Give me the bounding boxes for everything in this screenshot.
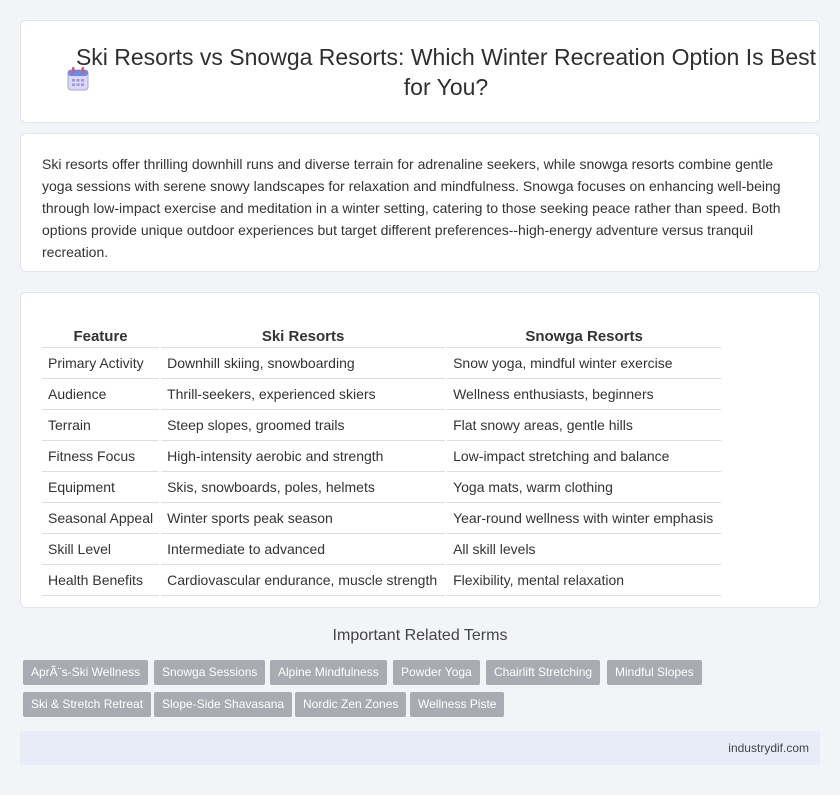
table-cell: Flexibility, mental relaxation xyxy=(447,565,722,596)
table-cell: Terrain xyxy=(42,410,160,441)
header-snowga-resorts: Snowga Resorts xyxy=(447,314,722,348)
table-cell: Health Benefits xyxy=(42,565,160,596)
term-tag[interactable]: Alpine Mindfulness xyxy=(270,660,387,685)
table-cell: Downhill skiing, snowboarding xyxy=(161,348,446,379)
table-cell: Low-impact stretching and balance xyxy=(447,441,722,472)
table-cell: Wellness enthusiasts, beginners xyxy=(447,379,722,410)
table-row: Fitness Focus High-intensity aerobic and… xyxy=(42,441,722,472)
table-cell: Skill Level xyxy=(42,534,160,565)
related-terms-title: Important Related Terms xyxy=(332,627,508,644)
comparison-card: Feature Ski Resorts Snowga Resorts Prima… xyxy=(20,292,820,608)
table-row: Audience Thrill-seekers, experienced ski… xyxy=(42,379,722,410)
term-tag[interactable]: Chairlift Stretching xyxy=(486,660,601,685)
table-cell: Steep slopes, groomed trails xyxy=(161,410,446,441)
intro-card: Ski resorts offer thrilling downhill run… xyxy=(20,133,820,272)
term-tag[interactable]: Powder Yoga xyxy=(393,660,480,685)
term-tag[interactable]: AprÃ¨s-Ski Wellness xyxy=(23,660,149,685)
comparison-table: Feature Ski Resorts Snowga Resorts Prima… xyxy=(42,314,722,596)
footer: industrydif.com xyxy=(20,731,820,765)
term-tag[interactable]: Ski & Stretch Retreat xyxy=(23,692,152,717)
table-cell: Cardiovascular endurance, muscle strengt… xyxy=(161,565,446,596)
page-title: Ski Resorts vs Snowga Resorts: Which Win… xyxy=(75,44,817,100)
table-cell: Primary Activity xyxy=(42,348,160,379)
footer-site-link[interactable]: industrydif.com xyxy=(728,741,809,755)
table-row: Seasonal Appeal Winter sports peak seaso… xyxy=(42,503,722,534)
table-row: Primary Activity Downhill skiing, snowbo… xyxy=(42,348,722,379)
term-tag[interactable]: Nordic Zen Zones xyxy=(295,692,407,717)
table-cell: Intermediate to advanced xyxy=(161,534,446,565)
term-tag[interactable]: Wellness Piste xyxy=(410,692,505,717)
term-tag[interactable]: Mindful Slopes xyxy=(607,660,702,685)
table-row: Skill Level Intermediate to advanced All… xyxy=(42,534,722,565)
header-feature: Feature xyxy=(42,314,160,348)
table-row: Terrain Steep slopes, groomed trails Fla… xyxy=(42,410,722,441)
table-row: Health Benefits Cardiovascular endurance… xyxy=(42,565,722,596)
table-cell: Equipment xyxy=(42,472,160,503)
table-cell: Flat snowy areas, gentle hills xyxy=(447,410,722,441)
table-cell: High-intensity aerobic and strength xyxy=(161,441,446,472)
table-cell: All skill levels xyxy=(447,534,722,565)
table-row: Equipment Skis, snowboards, poles, helme… xyxy=(42,472,722,503)
table-header-row: Feature Ski Resorts Snowga Resorts xyxy=(42,314,722,348)
table-cell: Winter sports peak season xyxy=(161,503,446,534)
table-cell: Yoga mats, warm clothing xyxy=(447,472,722,503)
table-cell: Year-round wellness with winter emphasis xyxy=(447,503,722,534)
table-cell: Fitness Focus xyxy=(42,441,160,472)
term-tag[interactable]: Snowga Sessions xyxy=(154,660,266,685)
table-cell: Seasonal Appeal xyxy=(42,503,160,534)
table-cell: Audience xyxy=(42,379,160,410)
header-ski-resorts: Ski Resorts xyxy=(161,314,446,348)
table-cell: Snow yoga, mindful winter exercise xyxy=(447,348,722,379)
table-cell: Thrill-seekers, experienced skiers xyxy=(161,379,446,410)
intro-paragraph: Ski resorts offer thrilling downhill run… xyxy=(42,156,781,260)
term-tag[interactable]: Slope-Side Shavasana xyxy=(154,692,293,717)
table-cell: Skis, snowboards, poles, helmets xyxy=(161,472,446,503)
